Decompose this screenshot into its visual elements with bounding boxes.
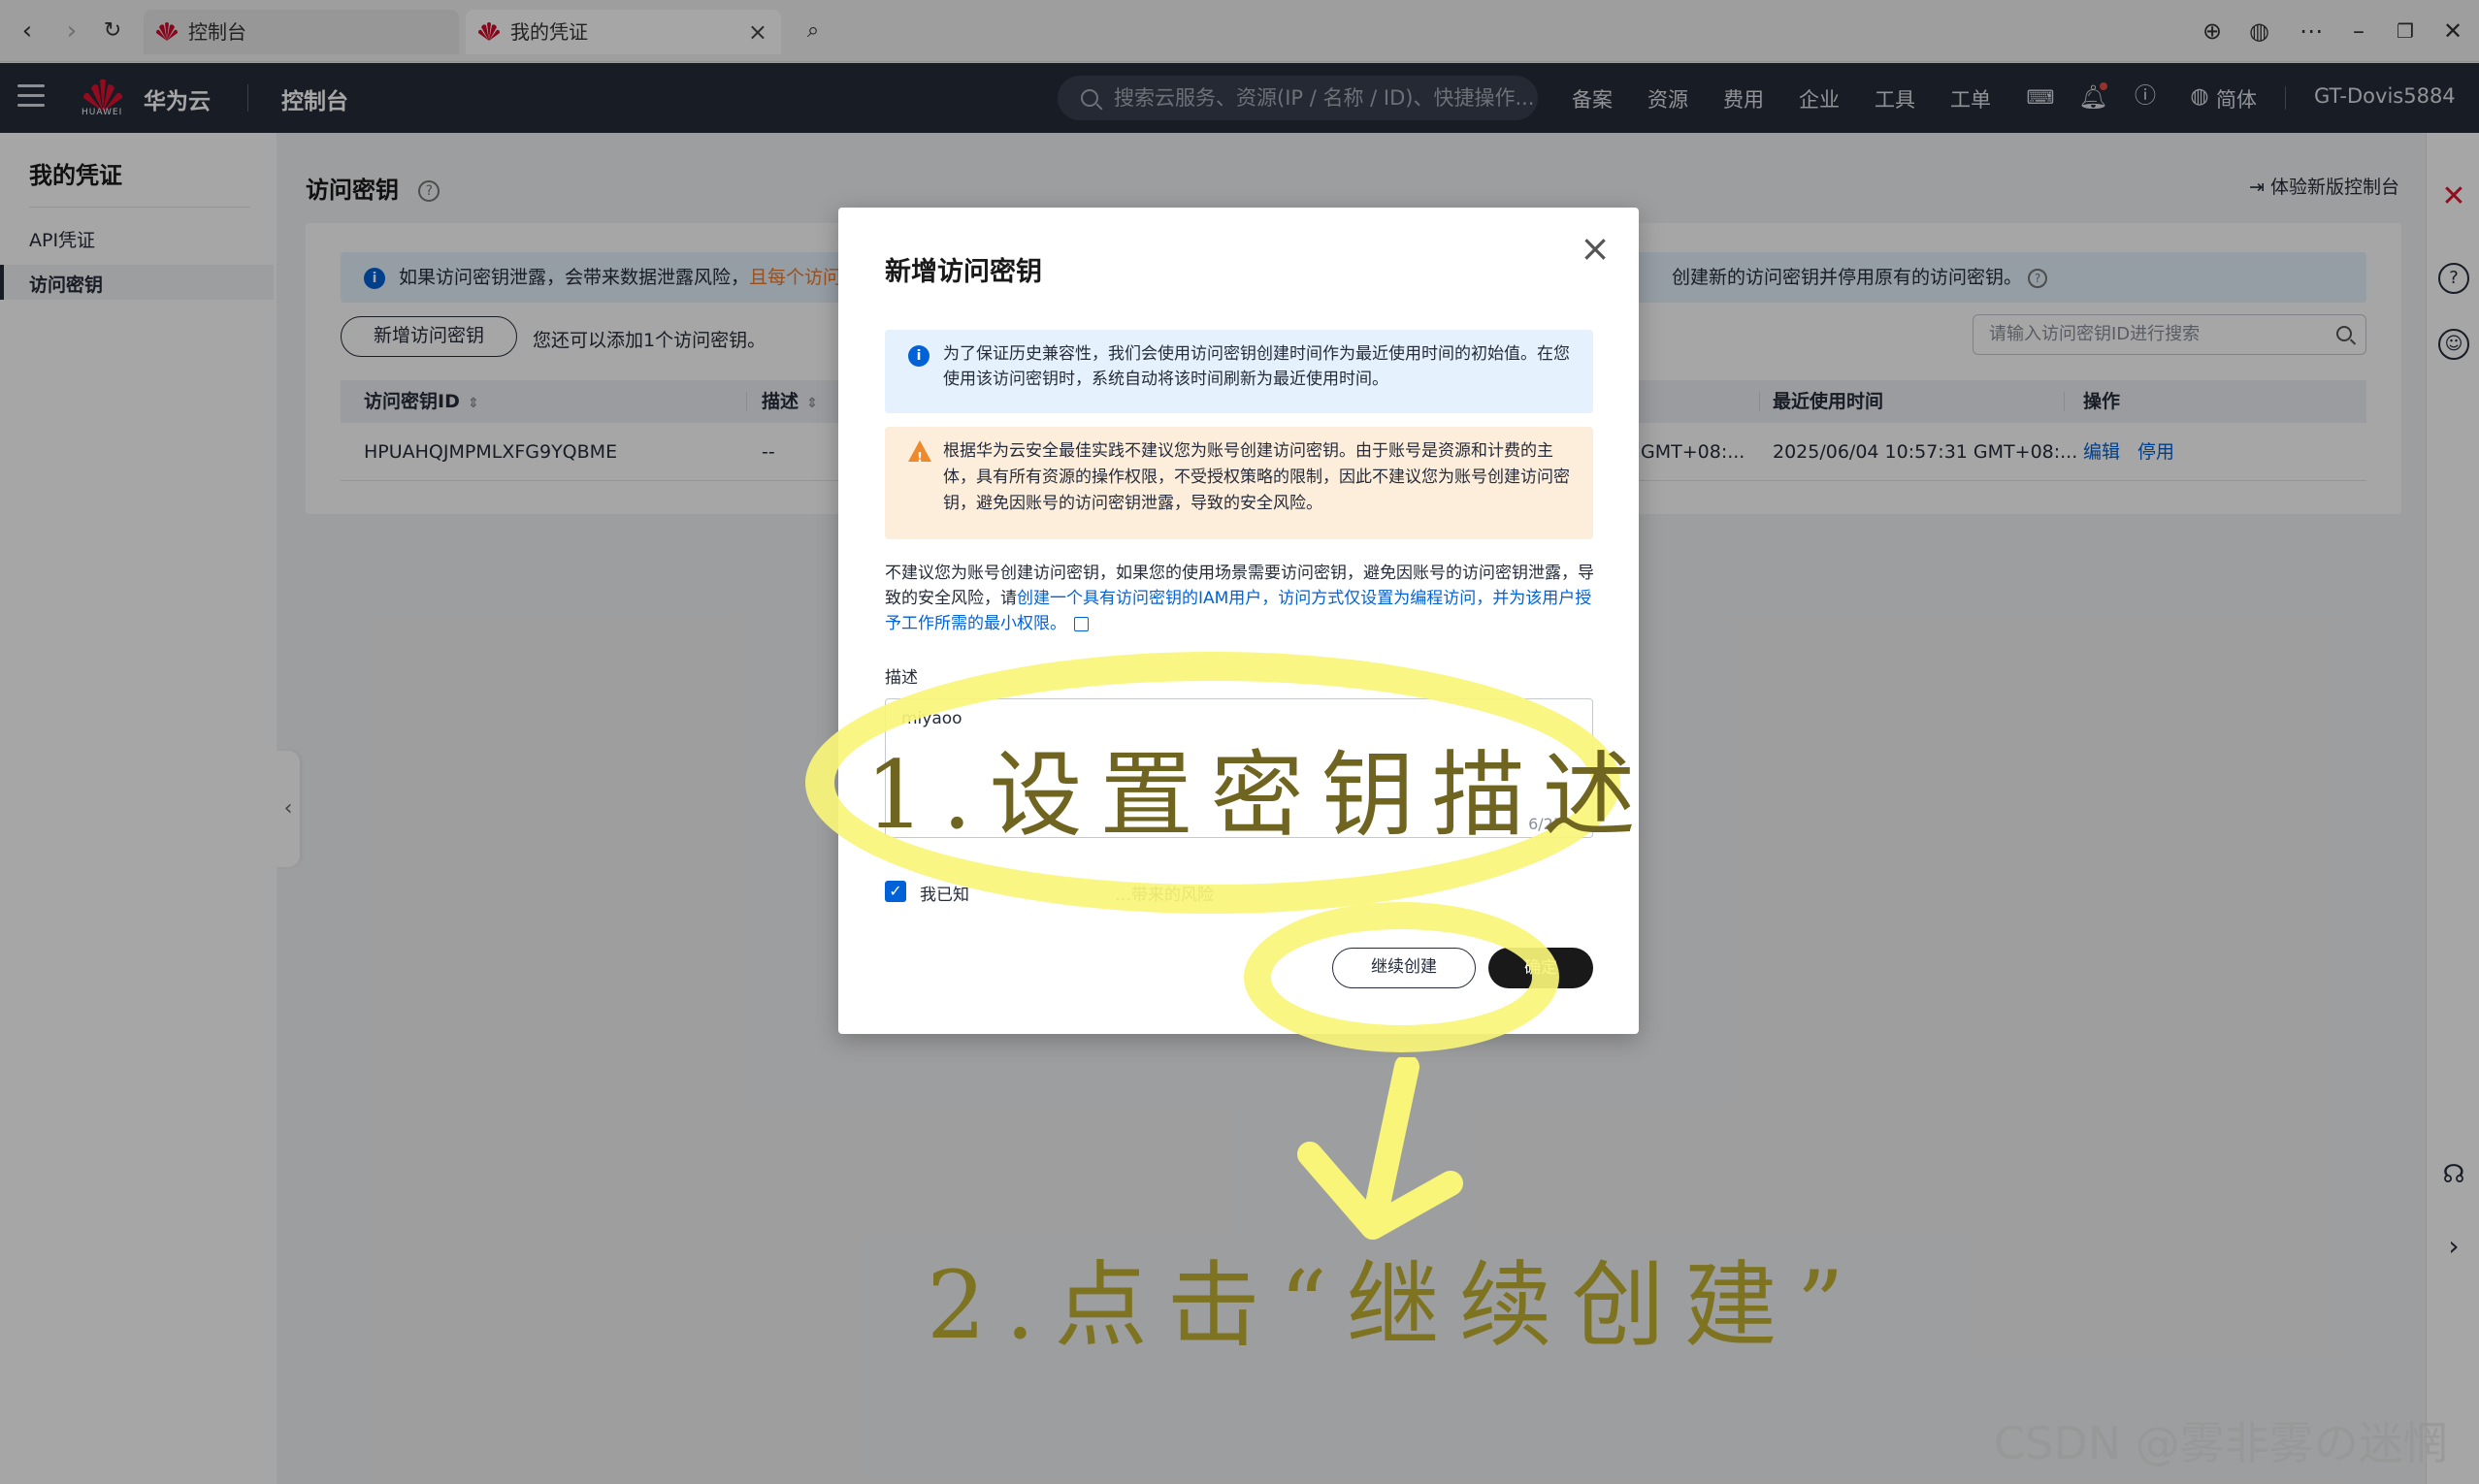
csdn-watermark: CSDN @雾非雾の迷惘 [1994,1417,2448,1469]
dialog-info-banner: i 为了保证历史兼容性，我们会使用访问密钥创建时间作为最近使用时间的初始值。在您… [885,330,1593,413]
info-icon: i [908,345,930,367]
description-label: 描述 [885,668,918,688]
checkbox-label-text: 我已知 [920,886,969,905]
dialog-title: 新增访问密钥 [885,257,1042,287]
dialog-recommendation: 不建议您为账号创建访问密钥，如果您的使用场景需要访问密钥，避免因账号的访问密钥泄… [885,561,1603,636]
dialog-info-text: 为了保证历史兼容性，我们会使用访问密钥创建时间作为最近使用时间的初始值。在您使用… [943,344,1570,389]
annotation-highlight-ellipse [1244,902,1559,1052]
warning-icon: ! [908,440,931,466]
annotation-arrow-icon [1297,1057,1463,1240]
annotation-step2: 2.点击“继续创建” [927,1251,1864,1360]
annotation-step1: 1.设置密钥描述 [865,741,1653,850]
external-link-icon[interactable] [1074,616,1089,631]
dialog-warning-text: 根据华为云安全最佳实践不建议您为账号创建访问密钥。由于账号是资源和计费的主体，具… [943,441,1570,513]
close-icon[interactable]: × [1576,229,1615,268]
dialog-warning-banner: ! 根据华为云安全最佳实践不建议您为账号创建访问密钥。由于账号是资源和计费的主体… [885,427,1593,539]
risk-acknowledge-checkbox[interactable]: ✓ [885,881,906,902]
